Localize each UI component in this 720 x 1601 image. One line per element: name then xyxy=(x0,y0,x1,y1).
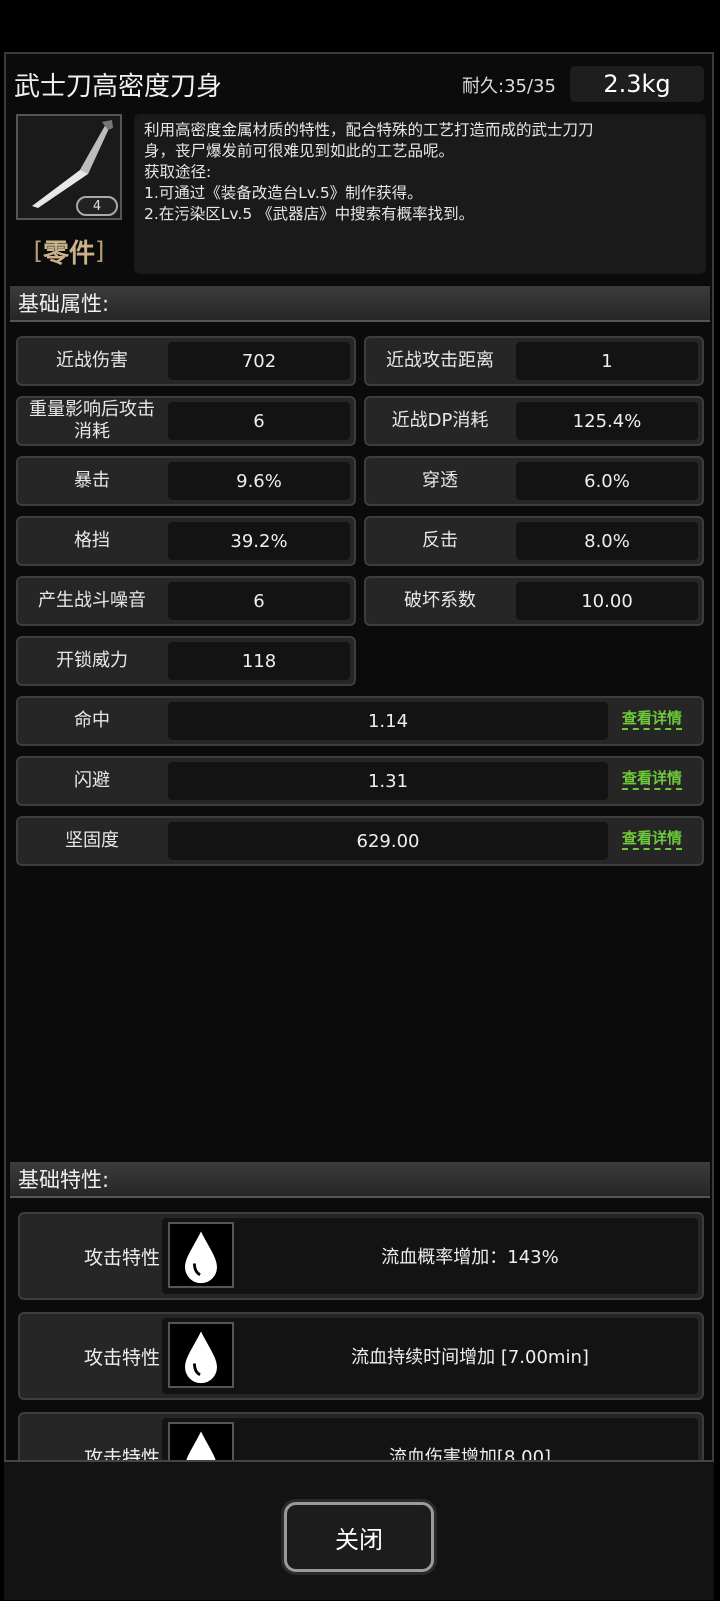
stat-value: 6 xyxy=(168,582,350,620)
stat-label: 近战伤害 xyxy=(56,350,128,371)
stat-critical: 暴击 9.6% xyxy=(16,456,356,506)
category-label: [零件] xyxy=(16,232,122,270)
section-header-basic-attributes: 基础属性: xyxy=(10,286,710,322)
stat-counter: 反击 8.0% xyxy=(364,516,704,566)
stat-weight-attack-cost: 重量影响后攻击消耗 6 xyxy=(16,396,356,446)
blood-drop-icon xyxy=(168,1222,234,1288)
close-button[interactable]: 关闭 xyxy=(284,1502,434,1572)
stat-value: 6 xyxy=(168,402,350,440)
trait-label: 攻击特性 xyxy=(83,1346,160,1369)
stat-melee-damage: 近战伤害 702 xyxy=(16,336,356,386)
stat-value: 118 xyxy=(168,642,350,680)
stat-value: 1.31 xyxy=(168,762,608,800)
stat-label: 重量影响后攻击消耗 xyxy=(29,399,155,442)
section-title: 基础属性: xyxy=(18,292,110,316)
trait-row: 攻击特性 流血持续时间增加 [7.00min] xyxy=(18,1312,704,1400)
durability-label: 耐久:35/35 xyxy=(462,76,556,97)
description-line: 获取途径: xyxy=(144,163,212,181)
section-title: 基础特性: xyxy=(18,1168,110,1192)
description-line: 2.在污染区Lv.5 《武器店》中搜索有概率找到。 xyxy=(144,205,475,223)
stat-value: 629.00 xyxy=(168,822,608,860)
stat-evasion: 闪避 1.31 查看详情 xyxy=(16,756,704,806)
blood-drop-icon xyxy=(168,1322,234,1388)
level-badge: 4 xyxy=(76,196,118,216)
stat-label: 坚固度 xyxy=(65,830,119,851)
stat-combat-noise: 产生战斗噪音 6 xyxy=(16,576,356,626)
stat-label: 闪避 xyxy=(74,770,110,791)
description-line: 身，丧尸爆发前可很难见到如此的工艺品呢。 xyxy=(144,142,455,160)
description-line: 1.可通过《装备改造台Lv.5》制作获得。 xyxy=(144,184,423,202)
stat-label: 穿透 xyxy=(422,470,458,491)
stat-value: 702 xyxy=(168,342,350,380)
trait-label: 攻击特性 xyxy=(83,1446,160,1461)
trait-row: 攻击特性 流血伤害增加[8.00] xyxy=(18,1412,704,1460)
item-description: 利用高密度金属材质的特性，配合特殊的工艺打造而成的武士刀刀 身，丧尸爆发前可很难… xyxy=(134,114,706,274)
stat-value: 39.2% xyxy=(168,522,350,560)
view-details-link[interactable]: 查看详情 xyxy=(622,768,683,790)
stat-label: 暴击 xyxy=(74,470,110,491)
stat-value: 9.6% xyxy=(168,462,350,500)
view-details-link[interactable]: 查看详情 xyxy=(622,708,683,730)
stat-accuracy: 命中 1.14 查看详情 xyxy=(16,696,704,746)
trait-text: 流血伤害增加[8.00] xyxy=(388,1447,552,1460)
trait-text: 流血持续时间增加 [7.00min] xyxy=(351,1347,589,1368)
stat-value: 1 xyxy=(516,342,698,380)
stat-value: 10.00 xyxy=(516,582,698,620)
stat-penetration: 穿透 6.0% xyxy=(364,456,704,506)
trait-text: 流血概率增加：143% xyxy=(381,1247,559,1268)
weight-box: 2.3kg xyxy=(570,66,704,102)
trait-row: 攻击特性 流血概率增加：143% xyxy=(18,1212,704,1300)
stat-label: 命中 xyxy=(74,710,110,731)
stat-value: 8.0% xyxy=(516,522,698,560)
stat-unlock-power: 开锁威力 118 xyxy=(16,636,356,686)
stat-sturdiness: 坚固度 629.00 查看详情 xyxy=(16,816,704,866)
stat-destruction-factor: 破坏系数 10.00 xyxy=(364,576,704,626)
category-text: 零件 xyxy=(42,238,95,269)
stat-melee-range: 近战攻击距离 1 xyxy=(364,336,704,386)
stat-label: 格挡 xyxy=(74,530,110,551)
stat-label: 产生战斗噪音 xyxy=(38,590,146,611)
traits-list[interactable]: 攻击特性 流血概率增加：143% 攻击特性 流血持续时间增加 [7.00min]… xyxy=(10,1206,710,1460)
stat-label: 近战攻击距离 xyxy=(386,350,494,371)
stat-melee-dp-cost: 近战DP消耗 125.4% xyxy=(364,396,704,446)
item-title: 武士刀高密度刀身 xyxy=(14,72,223,102)
stat-label: 开锁威力 xyxy=(56,650,128,671)
stat-value: 1.14 xyxy=(168,702,608,740)
trait-label: 攻击特性 xyxy=(83,1246,160,1269)
view-details-link[interactable]: 查看详情 xyxy=(622,828,683,850)
stat-block: 格挡 39.2% xyxy=(16,516,356,566)
stat-label: 反击 xyxy=(422,530,458,551)
section-header-basic-traits: 基础特性: xyxy=(10,1162,710,1198)
stat-label: 近战DP消耗 xyxy=(391,410,489,431)
weight-value: 2.3kg xyxy=(603,70,671,98)
stat-value: 125.4% xyxy=(516,402,698,440)
blood-drop-icon xyxy=(168,1422,234,1460)
stat-label: 破坏系数 xyxy=(404,590,476,611)
stat-value: 6.0% xyxy=(516,462,698,500)
description-line: 利用高密度金属材质的特性，配合特殊的工艺打造而成的武士刀刀 xyxy=(144,121,594,139)
